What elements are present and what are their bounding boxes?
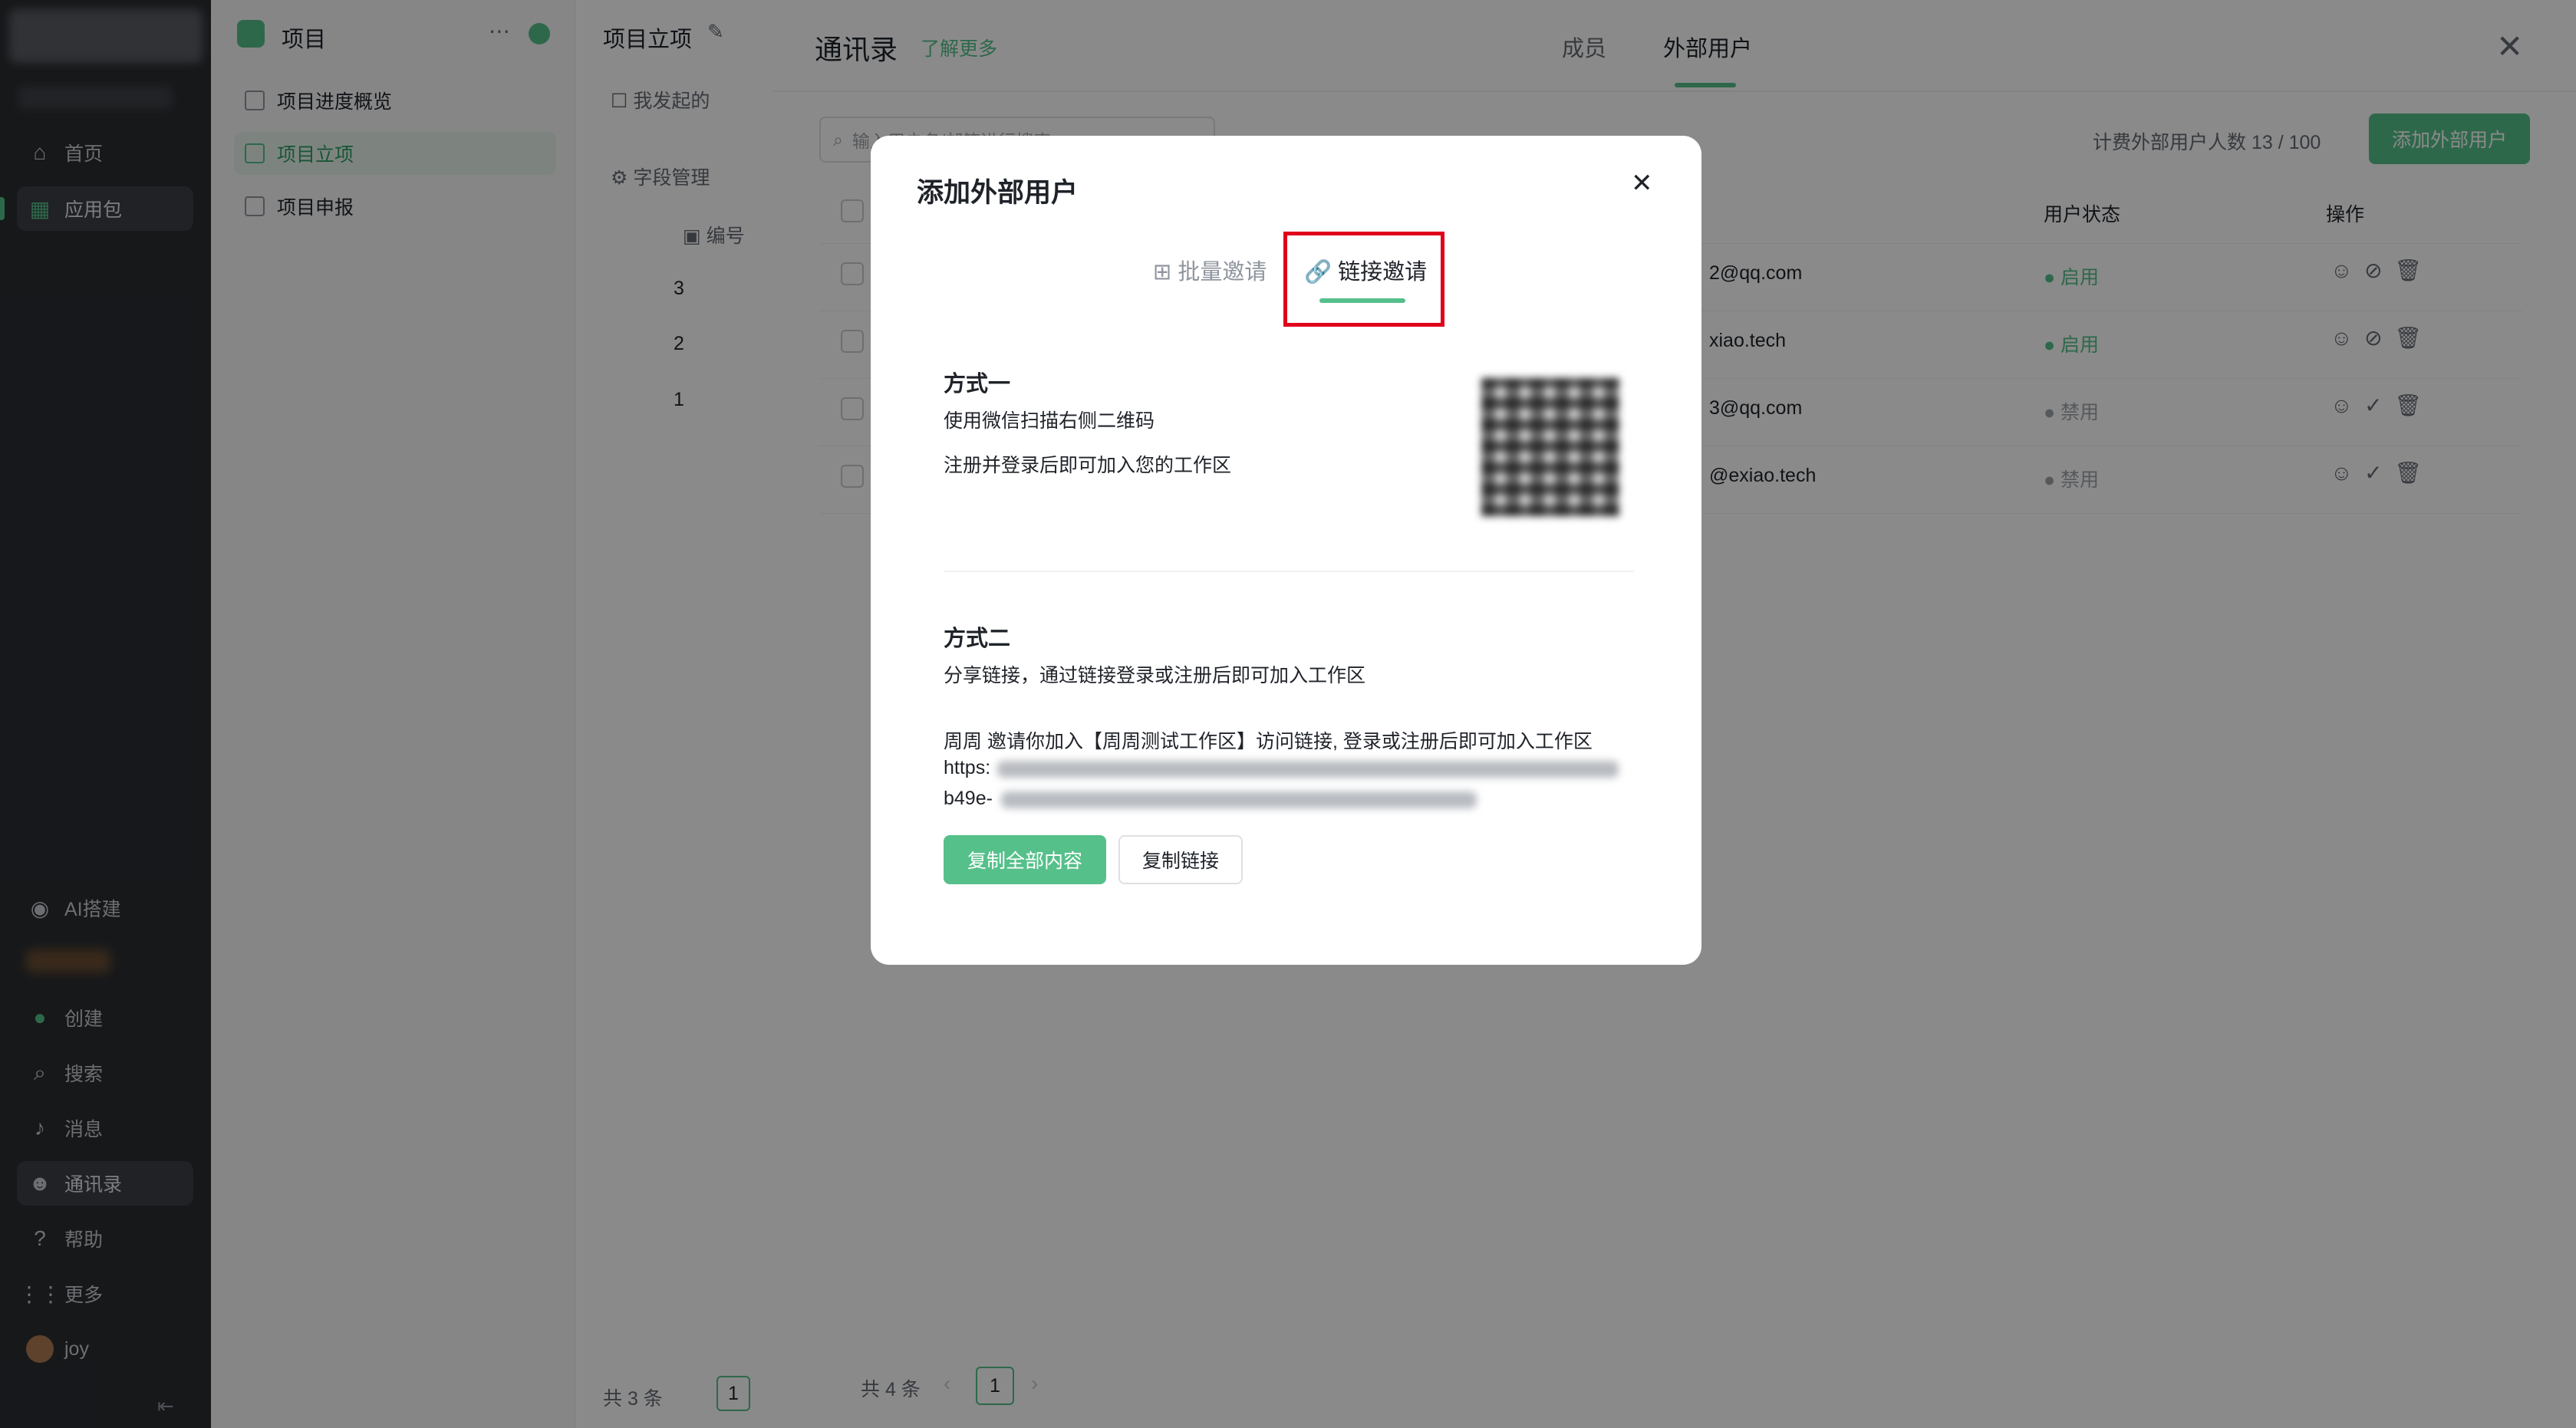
highlight-box bbox=[1283, 232, 1444, 327]
modal-close-icon[interactable]: ✕ bbox=[1631, 168, 1653, 199]
invite-text: 周周 邀请你加入【周周测试工作区】访问链接, 登录或注册后即可加入工作区 bbox=[944, 731, 1593, 752]
modal-title: 添加外部用户 bbox=[917, 178, 1079, 208]
method1-title: 方式一 bbox=[944, 372, 1011, 396]
method2-desc: 分享链接，通过链接登录或注册后即可加入工作区 bbox=[944, 665, 1366, 686]
method1-line2: 注册并登录后即可加入您的工作区 bbox=[944, 455, 1232, 476]
copy-all-button[interactable]: 复制全部内容 bbox=[944, 835, 1106, 884]
copy-link-button[interactable]: 复制链接 bbox=[1118, 835, 1243, 884]
method2-title: 方式二 bbox=[944, 627, 1011, 651]
qr-code bbox=[1481, 378, 1619, 516]
method1-line1: 使用微信扫描右侧二维码 bbox=[944, 410, 1155, 432]
link-blurred-2 bbox=[1001, 791, 1477, 808]
section-divider bbox=[944, 571, 1634, 572]
grid-add-icon: ⊞ bbox=[1153, 260, 1172, 285]
link-line-2: b49e- bbox=[944, 788, 993, 809]
tab-batch-invite[interactable]: ⊞ 批量邀请 bbox=[1153, 254, 1267, 286]
add-external-user-modal: 添加外部用户 ✕ ⊞ 批量邀请 🔗 链接邀请 方式一 使用微信扫描右侧二维码 注… bbox=[871, 136, 1701, 965]
link-line-1: https: bbox=[944, 757, 991, 778]
link-blurred-1 bbox=[997, 761, 1619, 778]
